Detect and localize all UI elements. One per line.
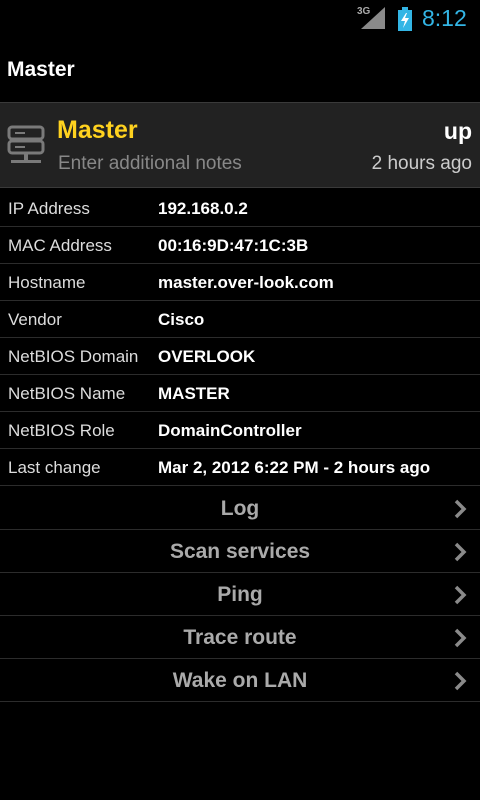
chevron-right-icon <box>454 499 467 519</box>
detail-row: NetBIOS Role DomainController <box>0 412 480 449</box>
notes-field[interactable]: Enter additional notes <box>58 153 242 175</box>
detail-row: Hostname master.over-look.com <box>0 264 480 301</box>
detail-value: Cisco <box>158 310 205 329</box>
action-label: Wake on LAN <box>172 669 308 692</box>
signal-strength-icon <box>361 7 385 29</box>
status-bar: 3G 8:12 <box>0 0 480 38</box>
action-scan-services[interactable]: Scan services <box>0 530 480 573</box>
battery-charging-icon <box>398 7 412 31</box>
action-label: Log <box>220 497 260 520</box>
host-state: up <box>443 118 472 144</box>
detail-value: master.over-look.com <box>158 273 334 292</box>
detail-value: OVERLOOK <box>158 347 256 366</box>
action-label: Trace route <box>183 626 297 649</box>
action-wake-on-lan[interactable]: Wake on LAN <box>0 659 480 702</box>
action-label: Ping <box>217 583 263 606</box>
detail-value: Mar 2, 2012 6:22 PM - 2 hours ago <box>158 458 431 477</box>
chevron-right-icon <box>454 542 467 562</box>
detail-label: Vendor <box>8 310 62 329</box>
host-details: IP Address 192.168.0.2 MAC Address 00:16… <box>0 190 480 486</box>
detail-label: NetBIOS Name <box>8 384 126 403</box>
detail-label: Last change <box>8 458 101 477</box>
action-log[interactable]: Log <box>0 487 480 530</box>
detail-label: NetBIOS Role <box>8 421 115 440</box>
detail-row: NetBIOS Name MASTER <box>0 375 480 412</box>
detail-value: DomainController <box>158 421 302 440</box>
detail-label: MAC Address <box>8 236 112 255</box>
detail-row: Last change Mar 2, 2012 6:22 PM - 2 hour… <box>0 449 480 486</box>
action-bar: Master <box>0 38 480 102</box>
chevron-right-icon <box>454 628 467 648</box>
page-title: Master <box>7 58 75 81</box>
detail-label: IP Address <box>8 199 90 218</box>
host-header: Master Enter additional notes up 2 hours… <box>0 102 480 188</box>
host-name: Master <box>57 116 138 144</box>
clock: 8:12 <box>422 5 467 31</box>
detail-label: Hostname <box>8 273 86 292</box>
detail-label: NetBIOS Domain <box>8 347 139 366</box>
action-ping[interactable]: Ping <box>0 573 480 616</box>
detail-row: NetBIOS Domain OVERLOOK <box>0 338 480 375</box>
detail-row: MAC Address 00:16:9D:47:1C:3B <box>0 227 480 264</box>
last-seen: 2 hours ago <box>371 153 472 174</box>
detail-value: 00:16:9D:47:1C:3B <box>158 236 309 255</box>
detail-value: 192.168.0.2 <box>158 199 248 218</box>
action-trace-route[interactable]: Trace route <box>0 616 480 659</box>
chevron-right-icon <box>454 585 467 605</box>
detail-row: Vendor Cisco <box>0 301 480 338</box>
detail-value: MASTER <box>158 384 230 403</box>
chevron-right-icon <box>454 671 467 691</box>
detail-row: IP Address 192.168.0.2 <box>0 190 480 227</box>
action-label: Scan services <box>169 540 311 563</box>
host-actions: Log Scan services Ping Trace route Wake … <box>0 487 480 702</box>
server-icon <box>7 125 45 163</box>
